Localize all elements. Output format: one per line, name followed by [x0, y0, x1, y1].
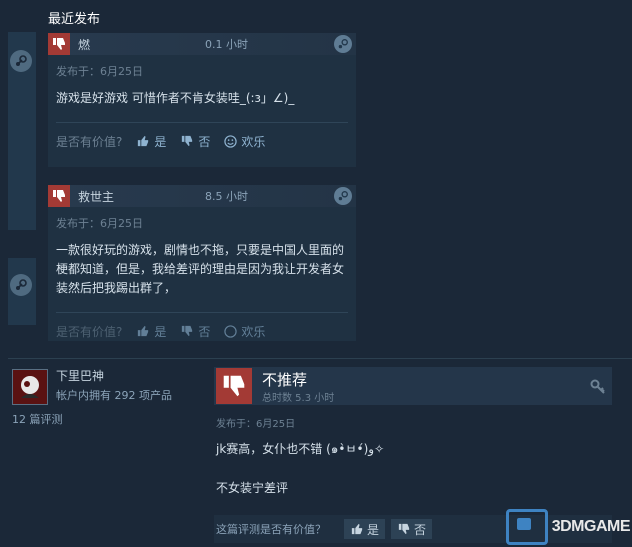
- thumbs-down-icon: [182, 325, 193, 337]
- review-card: 救世主 8.5 小时 发布于：6月25日 一款很好玩的游戏，剧情也不拖，只要是中…: [48, 185, 356, 341]
- thumbs-down-icon: [48, 33, 70, 55]
- review-body: 发布于：6月25日 一款很好玩的游戏，剧情也不拖，只要是中国人里面的梗都知道，但…: [48, 207, 356, 341]
- thumbs-up-icon: [138, 135, 149, 147]
- vote-no-label: 否: [414, 522, 427, 537]
- vote-funny-label: 欢乐: [241, 134, 266, 149]
- total-hours: 总时数 5.3 小时: [262, 393, 335, 404]
- review-text: 一款很好玩的游戏，剧情也不拖，只要是中国人里面的梗都知道，但是，我给差评的理由是…: [56, 243, 345, 295]
- vote-funny-button[interactable]: 欢乐: [224, 133, 265, 150]
- avatar[interactable]: [12, 369, 48, 405]
- reviewer-name[interactable]: 燃: [78, 36, 90, 53]
- review-card: 燃 0.1 小时 发布于：6月25日 游戏是好游戏 可惜作者不肯女装哇_(:з」…: [48, 33, 356, 167]
- recent-reviews-panel: 最近发布 燃 0.1 小时 发布于：6月25日 游戏是好游戏 可惜作者不肯女装哇…: [0, 0, 632, 341]
- section-title: 最近发布: [48, 12, 101, 27]
- vote-funny-button[interactable]: 欢乐: [224, 323, 265, 340]
- vote-no-label: 否: [198, 134, 211, 149]
- watermark: 3DMGAME: [505, 509, 631, 545]
- main-review: 不推荐 总时数 5.3 小时 发布于：6月25日 jk赛高，女仆也不错 (๑•̀…: [214, 367, 612, 543]
- review-text: 游戏是好游戏 可惜作者不肯女装哇_(:з」∠)_: [56, 91, 295, 105]
- author-review-count[interactable]: 12 篇评测: [12, 411, 63, 427]
- play-hours: 0.1 小时: [205, 38, 248, 51]
- vote-yes-button[interactable]: 是: [344, 519, 386, 539]
- review-header: 燃 0.1 小时: [48, 33, 356, 55]
- posted-date: 发布于：6月25日: [56, 65, 143, 78]
- vote-yes-label: 是: [367, 522, 380, 537]
- smiley-icon: [224, 134, 238, 148]
- review-text-line: 不女装宁差评: [216, 481, 289, 495]
- thumbs-down-icon: [48, 185, 70, 207]
- steam-icon: [10, 274, 32, 296]
- steam-icon: [334, 187, 352, 205]
- key-icon: [590, 379, 606, 399]
- vote-no-button[interactable]: 否: [180, 133, 210, 150]
- vote-yes-label: 是: [154, 134, 167, 149]
- review-header: 救世主 8.5 小时: [48, 185, 356, 207]
- review-header: 不推荐 总时数 5.3 小时: [214, 367, 612, 405]
- review-text-line: jk赛高，女仆也不错 (๑•̀ㅂ•́)و✧: [216, 442, 385, 456]
- left-strip: [8, 258, 36, 325]
- thumbs-down-icon: [216, 368, 252, 404]
- posted-date: 发布于：6月25日: [216, 419, 296, 430]
- vote-yes-button[interactable]: 是: [136, 323, 166, 340]
- author-name[interactable]: 下里巴神: [56, 367, 104, 384]
- author-products[interactable]: 帐户内拥有 292 项产品: [56, 387, 172, 403]
- vote-no-button[interactable]: 否: [391, 519, 433, 539]
- helpful-row: 是否有价值? 是 否 欢乐: [56, 321, 348, 341]
- helpful-label: 是否有价值?: [56, 134, 123, 149]
- review-verdict: 不推荐: [262, 371, 308, 389]
- play-hours: 8.5 小时: [205, 190, 248, 203]
- reviewer-name[interactable]: 救世主: [78, 188, 114, 205]
- left-strip: [8, 32, 36, 230]
- vote-no-label: 否: [198, 324, 211, 339]
- watermark-text: 3DMGAME: [551, 518, 631, 535]
- vote-funny-label: 欢乐: [241, 324, 266, 339]
- thumbs-up-icon: [351, 523, 363, 535]
- watermark-logo-icon: [505, 509, 548, 545]
- thumbs-up-icon: [138, 325, 149, 337]
- vote-no-button[interactable]: 否: [180, 323, 210, 340]
- thumbs-down-icon: [398, 523, 410, 535]
- steam-icon: [334, 35, 352, 53]
- review-body: 发布于：6月25日 游戏是好游戏 可惜作者不肯女装哇_(:з」∠)_ 是否有价值…: [48, 55, 356, 167]
- helpful-label: 这篇评测是否有价值？: [216, 523, 326, 536]
- smiley-icon: [224, 324, 238, 338]
- review-detail-panel: 下里巴神 帐户内拥有 292 项产品 12 篇评测 不推荐 总时数 5.3 小时…: [8, 358, 632, 547]
- divider: [56, 122, 348, 123]
- posted-date: 发布于：6月25日: [56, 217, 143, 230]
- divider: [56, 312, 348, 313]
- thumbs-down-icon: [182, 135, 193, 147]
- vote-yes-label: 是: [154, 324, 167, 339]
- vote-yes-button[interactable]: 是: [136, 133, 166, 150]
- helpful-label: 是否有价值?: [56, 324, 123, 339]
- steam-icon: [10, 50, 32, 72]
- helpful-row: 是否有价值? 是 否 欢乐: [56, 131, 348, 151]
- review-body: 发布于：6月25日 jk赛高，女仆也不错 (๑•̀ㅂ•́)و✧ 不女装宁差评: [214, 405, 612, 496]
